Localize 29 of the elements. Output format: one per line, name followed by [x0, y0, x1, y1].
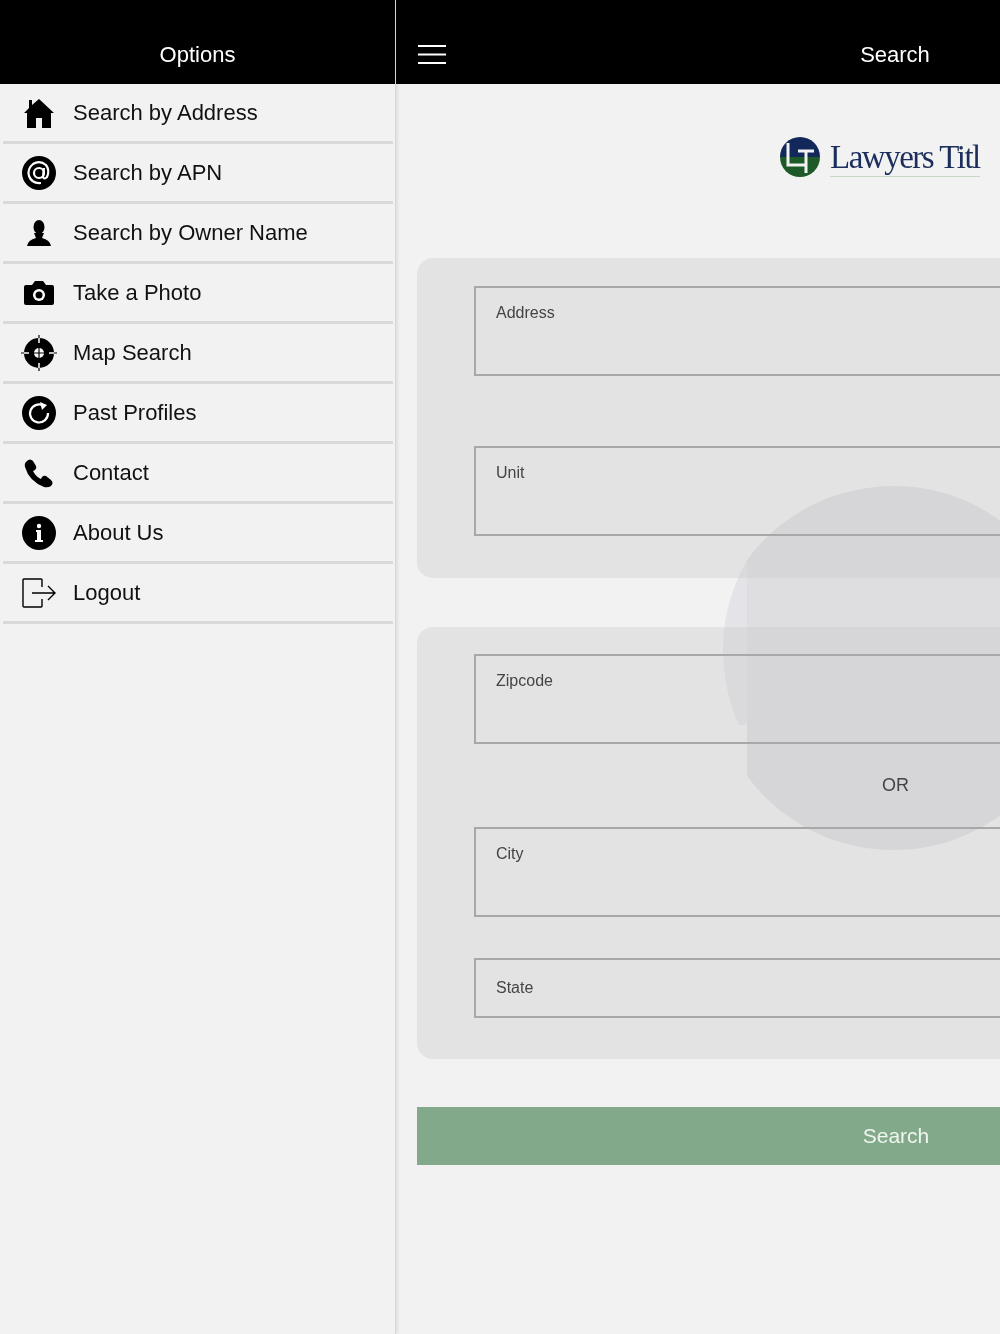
- home-icon: [23, 96, 55, 129]
- input-field[interactable]: City: [474, 827, 1000, 917]
- menu-item[interactable]: Take a Photo: [3, 264, 393, 324]
- logout-icon: [22, 577, 56, 608]
- refresh-icon: [22, 395, 56, 430]
- input-field[interactable]: Address: [474, 286, 1000, 376]
- menu-item[interactable]: Search by APN: [3, 144, 393, 204]
- menu-item[interactable]: About Us: [3, 504, 393, 564]
- phone-icon: [24, 457, 54, 488]
- input-field[interactable]: State: [474, 958, 1000, 1018]
- menu-item[interactable]: Contact: [3, 444, 393, 504]
- input-field[interactable]: Unit: [474, 446, 1000, 536]
- input-field[interactable]: Zipcode: [474, 654, 1000, 744]
- page-title: Search: [860, 42, 930, 68]
- separator-text: OR: [882, 774, 909, 796]
- at-sign-icon: [22, 155, 56, 190]
- menu-icon[interactable]: [418, 45, 446, 64]
- info-icon: [22, 515, 56, 550]
- menu-item[interactable]: Logout: [3, 564, 393, 624]
- crosshair-icon: [21, 334, 57, 371]
- menu-item[interactable]: Past Profiles: [3, 384, 393, 444]
- menu-item[interactable]: Map Search: [3, 324, 393, 384]
- menu-item[interactable]: Search by Address: [3, 84, 393, 144]
- menu-item[interactable]: Search by Owner Name: [3, 204, 393, 264]
- logo-text: Lawyers Titl: [830, 137, 980, 177]
- camera-icon: [23, 279, 55, 306]
- menu-title: Options: [159, 42, 236, 68]
- person-icon: [25, 218, 53, 247]
- logo-icon: [778, 135, 822, 179]
